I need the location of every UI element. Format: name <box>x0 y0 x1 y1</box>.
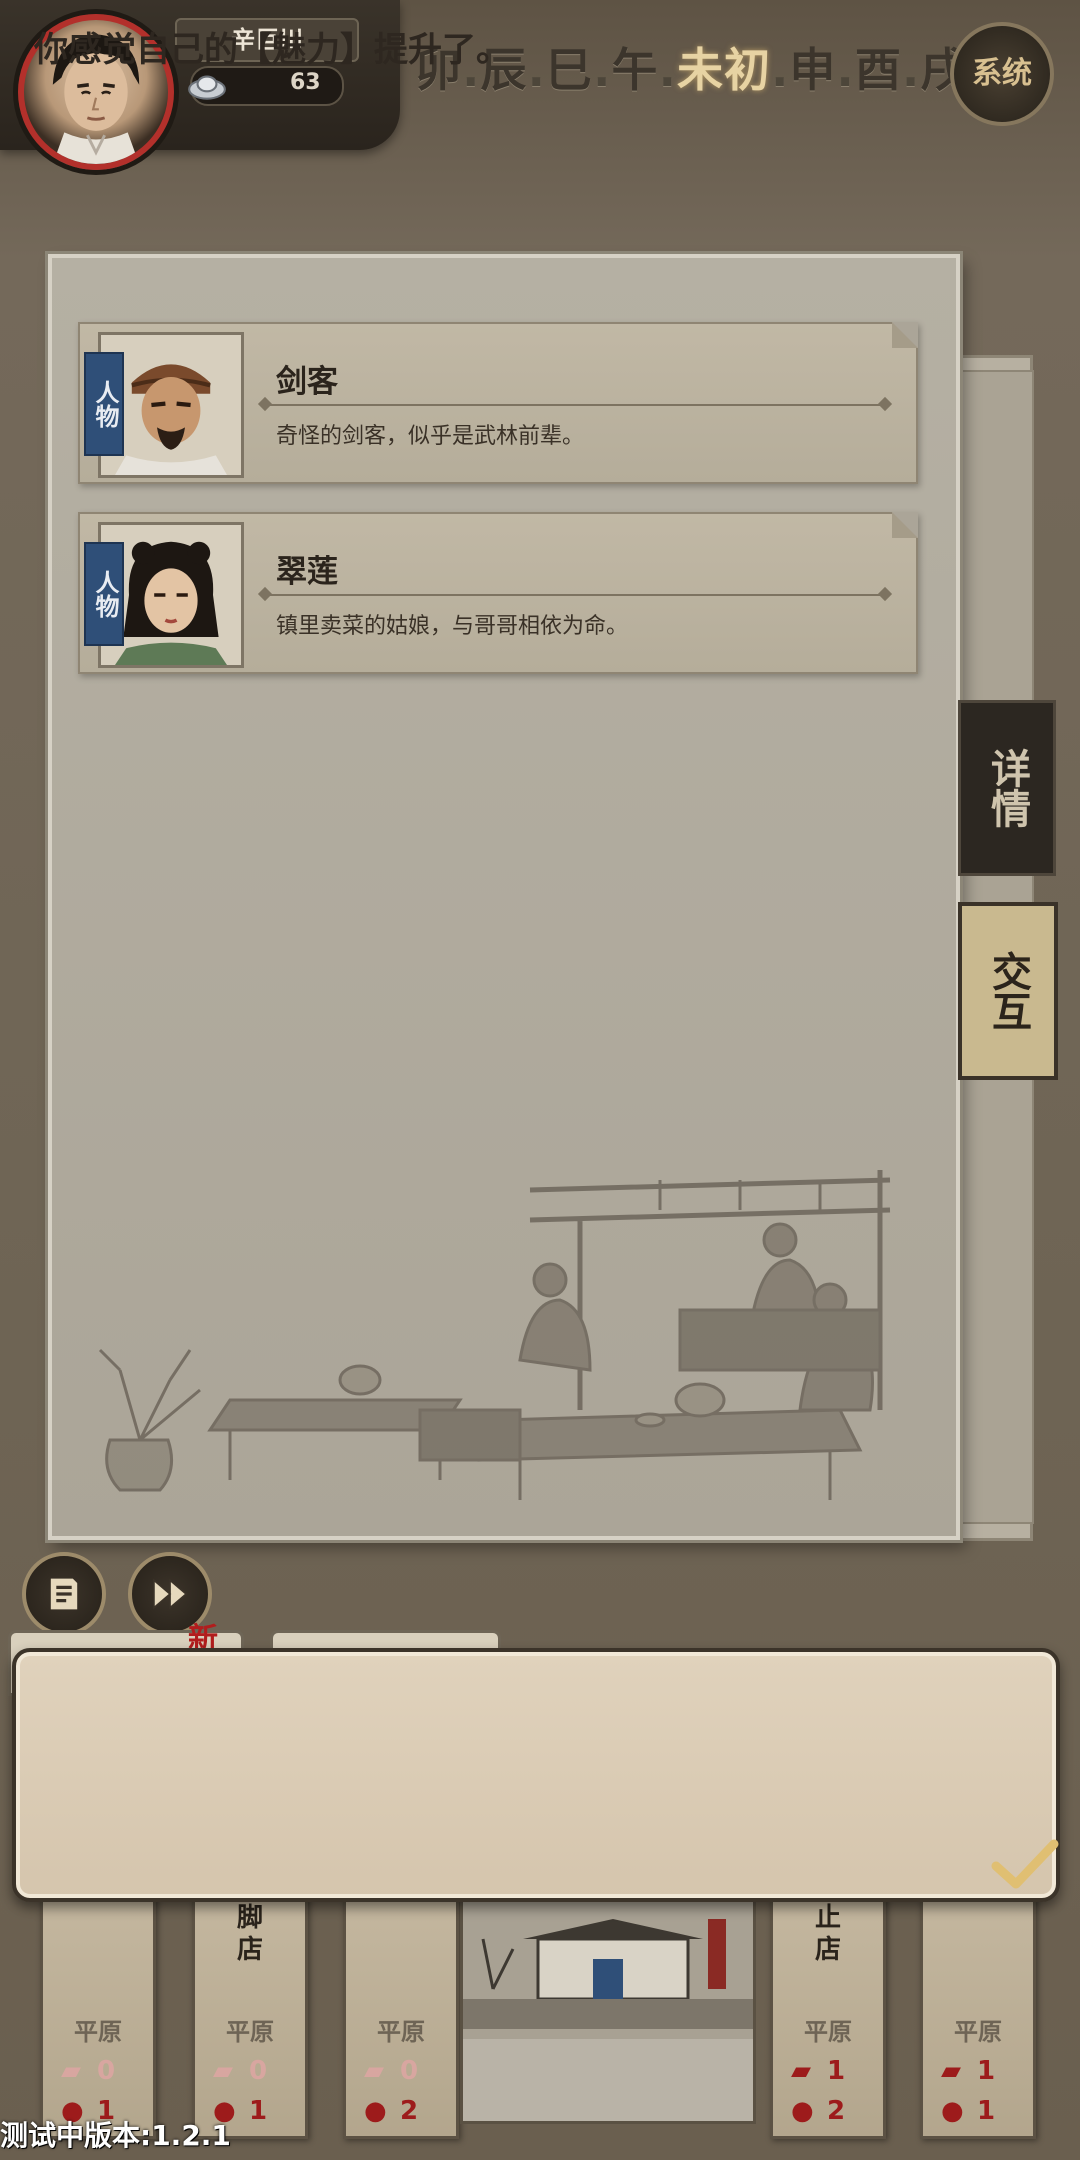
location-card-5[interactable]: 平原 ▰ 1 ● 1 <box>920 1896 1036 2139</box>
time-period: 酉 <box>854 43 902 97</box>
tab-details[interactable]: 详情 <box>958 700 1056 876</box>
character-name: 剑客 <box>276 364 338 400</box>
teahouse-illustration <box>98 1170 891 1500</box>
scroll-icon: ▰ <box>941 2056 961 2086</box>
time-separator: . <box>770 43 790 97</box>
location-events: ▰ 0 <box>61 2056 116 2086</box>
system-button[interactable]: 系统 <box>950 22 1054 126</box>
location-name: 脚 店 <box>236 1903 263 1965</box>
time-separator: . <box>658 43 677 97</box>
inn-scene-illustration <box>463 1899 753 2121</box>
location-people: ● 1 <box>941 2096 996 2126</box>
location-people: ● 2 <box>364 2096 419 2126</box>
confirm-check-icon[interactable] <box>990 1836 1060 1892</box>
location-terrain: 平原 <box>954 2018 1002 2046</box>
card-divider <box>262 404 888 406</box>
location-terrain: 平原 <box>377 2018 425 2046</box>
location-terrain: 平原 <box>226 2018 274 2046</box>
location-people: ● 2 <box>791 2096 846 2126</box>
person-icon: ● <box>791 2096 814 2126</box>
location-name: 止 店 <box>814 1903 841 1965</box>
current-location-scene[interactable] <box>460 1896 756 2124</box>
dialog-message: 你感觉自己的【魅力】提升了。 <box>34 30 510 70</box>
time-separator: . <box>527 43 546 97</box>
location-card-3[interactable]: 平原 ▰ 0 ● 2 <box>343 1896 459 2139</box>
location-events: ▰ 0 <box>364 2056 419 2086</box>
scroll-icon: ▰ <box>791 2056 811 2086</box>
log-icon <box>50 1578 78 1610</box>
character-tag: 人物 <box>84 542 124 646</box>
log-button[interactable] <box>22 1552 106 1636</box>
fast-forward-icon <box>153 1578 188 1610</box>
character-description: 奇怪的剑客，似乎是武林前辈。 <box>276 424 585 449</box>
location-card-4[interactable]: 止 店 平原 ▰ 1 ● 2 <box>770 1896 886 2139</box>
person-icon: ● <box>941 2096 964 2126</box>
location-events: ▰ 1 <box>941 2056 996 2086</box>
location-events: ▰ 0 <box>213 2056 268 2086</box>
time-period-current: 未初 <box>676 43 771 97</box>
character-name: 翠莲 <box>276 554 338 590</box>
location-card-2[interactable]: 脚 店 平原 ▰ 0 ● 1 <box>192 1896 308 2139</box>
scroll-icon: ▰ <box>61 2056 81 2086</box>
silver-amount: 63 <box>290 70 321 95</box>
card-fold-corner <box>892 322 918 348</box>
character-tag: 人物 <box>84 352 124 456</box>
time-separator: . <box>836 43 855 97</box>
location-events: ▰ 1 <box>791 2056 846 2086</box>
location-terrain: 平原 <box>804 2018 852 2046</box>
scroll-icon: ▰ <box>364 2056 384 2086</box>
version-label: 测试中版本:1.2.1 <box>0 2119 231 2152</box>
time-period: 巳 <box>545 43 593 97</box>
time-period: 申 <box>789 43 837 97</box>
time-separator: . <box>901 43 921 97</box>
card-fold-corner <box>892 512 918 538</box>
scroll-icon: ▰ <box>213 2056 233 2086</box>
character-card-swordsman[interactable]: 人物 剑客 奇怪的剑客，似乎是武林前辈。 <box>78 322 918 484</box>
character-card-cuilian[interactable]: 人物 翠莲 镇里卖菜的姑娘，与哥哥相依为命。 <box>78 512 918 674</box>
time-period: 午 <box>611 43 659 97</box>
time-separator: . <box>592 43 612 97</box>
tab-interact[interactable]: 交互 <box>958 902 1058 1080</box>
character-description: 镇里卖菜的姑娘，与哥哥相依为命。 <box>276 614 629 639</box>
message-dialog[interactable] <box>12 1648 1060 1902</box>
person-icon: ● <box>364 2096 387 2126</box>
location-card-1[interactable]: 平原 ▰ 0 ● 1 <box>40 1896 156 2139</box>
location-terrain: 平原 <box>74 2018 122 2046</box>
card-divider <box>262 594 888 596</box>
